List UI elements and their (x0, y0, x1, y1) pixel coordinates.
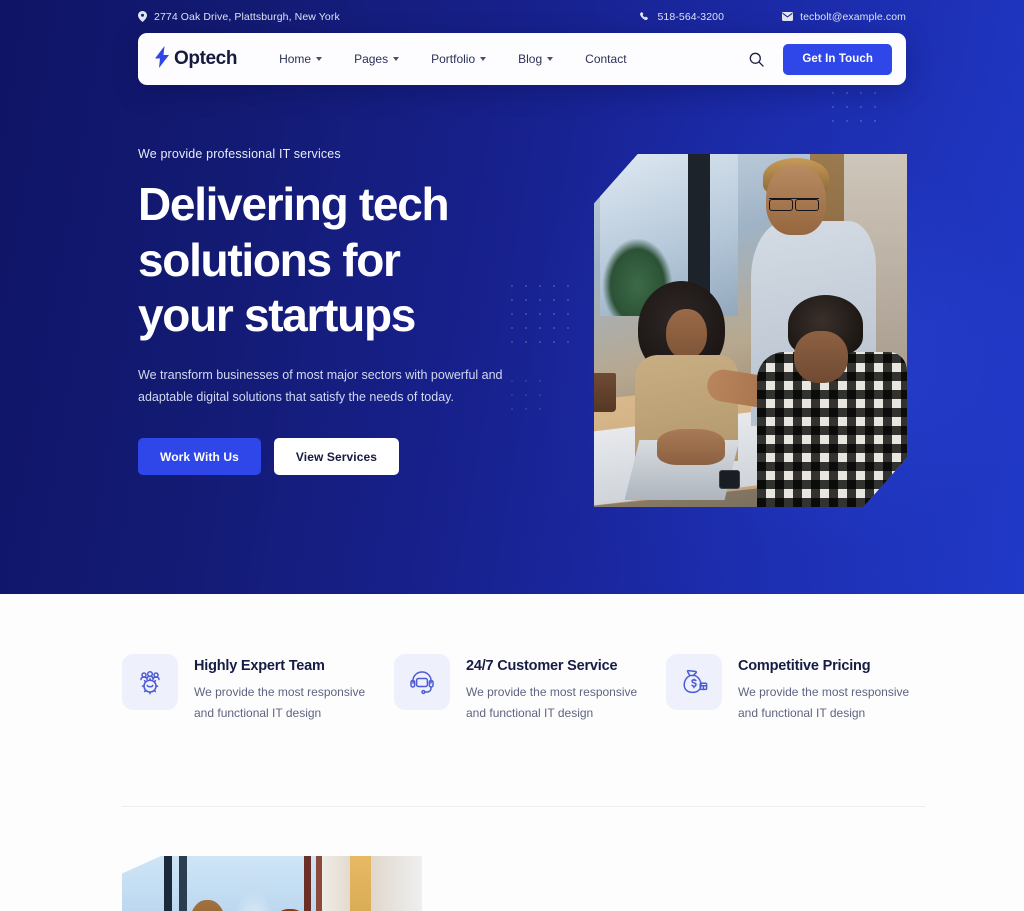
hero-button-group: Work With Us View Services (138, 438, 558, 476)
feature-text: We provide the most responsive and funct… (194, 685, 366, 720)
brand-name: Optech (174, 48, 238, 69)
brand-logo[interactable]: Optech (154, 45, 238, 73)
money-bag-icon (666, 654, 722, 710)
feature-text: We provide the most responsive and funct… (466, 685, 638, 720)
location-pin-icon (138, 11, 147, 22)
phone-icon (640, 11, 650, 22)
get-in-touch-button[interactable]: Get In Touch (783, 43, 892, 75)
hero-eyebrow: We provide professional IT services (138, 147, 341, 161)
nav-menu: Home Pages Portfolio Blog Contact (263, 52, 642, 66)
feature-title: Highly Expert Team (194, 658, 325, 674)
nav-item-contact[interactable]: Contact (569, 52, 642, 66)
envelope-icon (782, 12, 794, 21)
feature-title: 24/7 Customer Service (466, 658, 618, 674)
hero-title-line-1: Delivering tech (138, 178, 450, 230)
phone-text: 518-564-3200 (657, 10, 725, 23)
address-text: 2774 Oak Drive, Plattsburgh, New York (154, 10, 340, 23)
section-divider (122, 806, 925, 807)
nav-item-home[interactable]: Home (263, 52, 338, 66)
feature-card-competitive-pricing: Competitive Pricing We provide the most … (666, 654, 918, 724)
chevron-down-icon (547, 57, 554, 61)
chevron-down-icon (316, 57, 323, 61)
hero-copy: We provide professional IT services Deli… (138, 147, 558, 476)
hero-subtitle: We transform businesses of most major se… (138, 367, 503, 404)
nav-item-pages[interactable]: Pages (338, 52, 415, 66)
hero-title-line-3: your startups (138, 289, 416, 342)
nav-item-blog-label: Blog (518, 52, 543, 66)
headset-support-icon (394, 654, 450, 710)
top-contact-bar: 2774 Oak Drive, Plattsburgh, New York 51… (0, 0, 1024, 33)
nav-item-home-label: Home (279, 52, 312, 66)
view-services-button[interactable]: View Services (273, 438, 400, 476)
chevron-down-icon (480, 57, 487, 61)
feature-title: Competitive Pricing (738, 658, 871, 674)
chevron-down-icon (393, 57, 400, 61)
email-info[interactable]: tecbolt@example.com (782, 11, 906, 23)
about-image (122, 856, 422, 911)
hero-section: 2774 Oak Drive, Plattsburgh, New York 51… (0, 0, 1024, 594)
phone-info[interactable]: 518-564-3200 (640, 11, 724, 23)
feature-text: We provide the most responsive and funct… (738, 685, 910, 720)
hero-title: Delivering tech solutions for your start… (138, 177, 558, 344)
address-info: 2774 Oak Drive, Plattsburgh, New York (138, 11, 340, 23)
search-icon[interactable] (745, 48, 767, 70)
nav-item-contact-label: Contact (585, 52, 627, 66)
email-text: tecbolt@example.com (800, 10, 906, 23)
main-navigation-bar: Optech Home Pages Portfolio Blog Contact… (138, 33, 906, 85)
nav-item-portfolio-label: Portfolio (431, 52, 476, 66)
lightning-bolt-icon (154, 45, 170, 73)
nav-item-blog[interactable]: Blog (502, 52, 569, 66)
feature-card-customer-service: 24/7 Customer Service We provide the mos… (394, 654, 666, 724)
nav-item-portfolio[interactable]: Portfolio (415, 52, 502, 66)
hero-title-line-2: solutions for (138, 233, 401, 286)
team-gear-icon (122, 654, 178, 710)
feature-card-expert-team: Highly Expert Team We provide the most r… (122, 654, 394, 724)
nav-item-pages-label: Pages (354, 52, 389, 66)
work-with-us-button[interactable]: Work With Us (138, 438, 261, 476)
about-photo-illustration (122, 856, 422, 911)
